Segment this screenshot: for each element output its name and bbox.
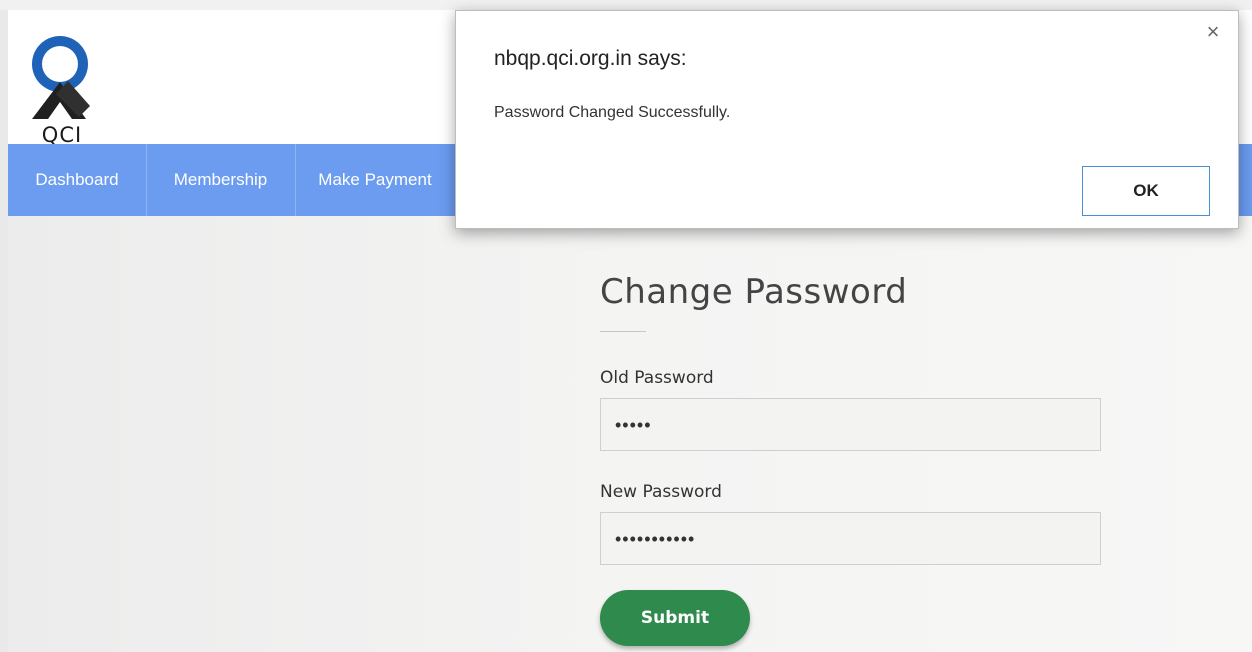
title-underline: [600, 331, 646, 332]
nav-membership[interactable]: Membership: [146, 144, 296, 216]
dialog-message: Password Changed Successfully.: [494, 104, 731, 121]
left-border: [0, 10, 8, 652]
form-title: Change Password: [600, 272, 908, 312]
dialog-title: nbqp.qci.org.in says:: [494, 47, 687, 70]
alert-dialog: nbqp.qci.org.in says: Password Changed S…: [455, 10, 1239, 229]
close-icon[interactable]: ×: [1202, 21, 1224, 43]
old-password-label: Old Password: [600, 368, 714, 388]
nav-dashboard[interactable]: Dashboard: [8, 144, 147, 216]
ok-button[interactable]: OK: [1082, 166, 1210, 216]
submit-button[interactable]: Submit: [600, 590, 750, 646]
new-password-input[interactable]: •••••••••••: [600, 512, 1101, 565]
old-password-input[interactable]: •••••: [600, 398, 1101, 451]
qci-logo[interactable]: QCI: [28, 22, 128, 147]
nav-make-payment[interactable]: Make Payment: [295, 144, 455, 216]
new-password-label: New Password: [600, 482, 722, 502]
top-strip: [0, 0, 1252, 10]
